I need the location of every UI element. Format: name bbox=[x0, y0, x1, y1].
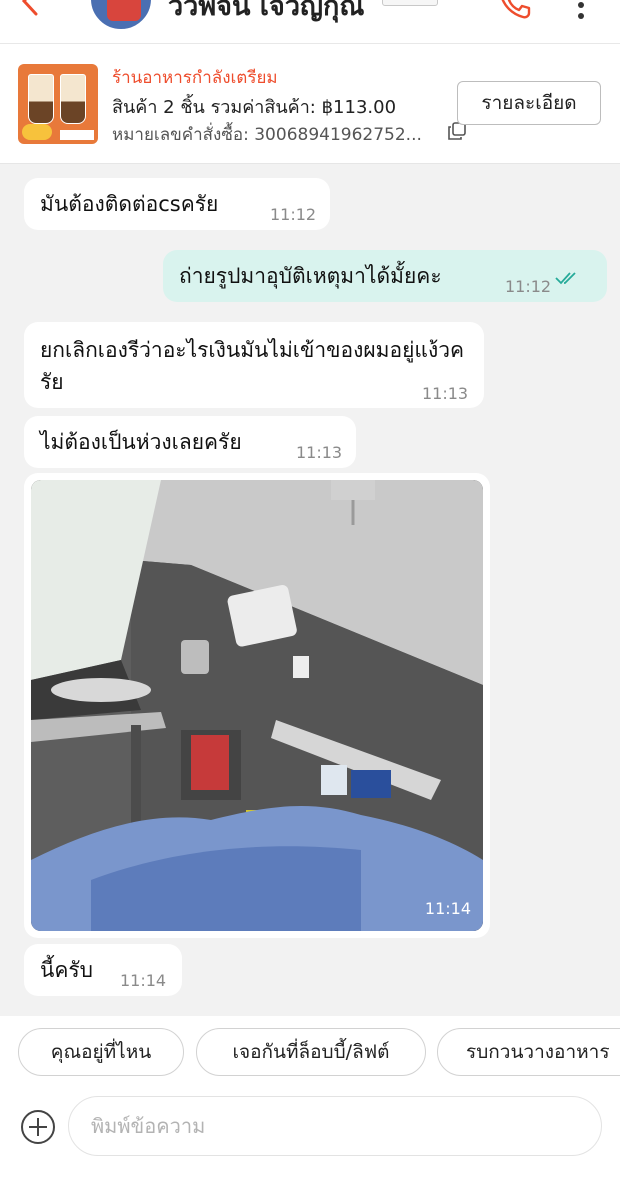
message-bubble-outgoing[interactable]: ถ่ายรูปมาอุบัติเหตุมาได้มั้ยคะ 11:12 bbox=[163, 250, 607, 302]
double-check-icon bbox=[555, 272, 576, 285]
message-text: ถ่ายรูปมาอุบัติเหตุมาได้มั้ยคะ bbox=[179, 264, 442, 288]
message-time: 11:13 bbox=[296, 443, 343, 462]
promo-tag bbox=[60, 130, 94, 140]
quick-reply-chip[interactable]: คุณอยู่ที่ไหน bbox=[18, 1028, 184, 1076]
message-text: ไม่ต้องเป็นห่วงเลยครัย bbox=[40, 430, 242, 454]
more-vertical-icon[interactable] bbox=[572, 0, 590, 20]
product-thumbnail[interactable] bbox=[18, 64, 98, 144]
order-details-button[interactable]: รายละเอียด bbox=[457, 81, 601, 125]
hospital-room-photo[interactable]: 11:14 bbox=[31, 480, 483, 931]
message-time: 11:14 bbox=[120, 971, 167, 990]
message-time: 11:12 bbox=[505, 277, 552, 296]
message-bubble-incoming[interactable]: ยกเลิกเองรีว่าอะไรเงินมันไม่เข้าของผมอยู… bbox=[24, 322, 484, 408]
order-card[interactable]: ร้านอาหารกำลังเตรียม สินค้า 2 ชิ้น รวมค่… bbox=[0, 44, 620, 164]
message-text: ยกเลิกเองรีว่าอะไรเงินมันไม่เข้าของผมอยู… bbox=[40, 338, 465, 394]
chat-header: ววพจน เจวญกุณ bbox=[0, 0, 620, 44]
plus-circle-icon[interactable] bbox=[20, 1109, 56, 1145]
avatar[interactable] bbox=[88, 0, 154, 32]
milk-tea-cup-image bbox=[60, 74, 86, 124]
message-time: 11:12 bbox=[270, 205, 317, 224]
order-number: หมายเลขคำสั่งซื้อ: 30068941962752... bbox=[112, 125, 422, 145]
quick-reply-chip[interactable]: เจอกันที่ล็อบบี้/ลิฟต์ bbox=[196, 1028, 426, 1076]
phone-icon[interactable] bbox=[498, 0, 532, 20]
contact-name: ววพจน เจวญกุณ bbox=[168, 0, 365, 22]
message-bubble-incoming[interactable]: มันต้องติดต่อcsครัย 11:12 bbox=[24, 178, 330, 230]
message-bubble-incoming[interactable]: นี้ครับ 11:14 bbox=[24, 944, 182, 996]
promo-badge bbox=[22, 124, 52, 140]
quick-reply-bar: คุณอยู่ที่ไหน เจอกันที่ล็อบบี้/ลิฟต์ รบก… bbox=[0, 1016, 620, 1096]
message-input[interactable] bbox=[68, 1096, 602, 1156]
order-summary: สินค้า 2 ชิ้น รวมค่าสินค้า: ฿113.00 bbox=[112, 97, 397, 118]
message-text: นี้ครับ bbox=[40, 958, 94, 982]
milk-tea-cup-image bbox=[28, 74, 54, 124]
contact-badge bbox=[382, 0, 438, 6]
message-text: มันต้องติดต่อcsครัย bbox=[40, 192, 219, 216]
photo-content bbox=[31, 480, 483, 931]
back-arrow-icon[interactable] bbox=[16, 0, 46, 16]
message-input-bar bbox=[0, 1090, 620, 1200]
order-status: ร้านอาหารกำลังเตรียม bbox=[112, 68, 278, 88]
message-image-incoming[interactable]: 11:14 bbox=[24, 473, 490, 938]
message-bubble-incoming[interactable]: ไม่ต้องเป็นห่วงเลยครัย 11:13 bbox=[24, 416, 356, 468]
message-time: 11:13 bbox=[422, 384, 469, 403]
quick-reply-chip[interactable]: รบกวนวางอาหาร bbox=[437, 1028, 620, 1076]
message-time: 11:14 bbox=[424, 899, 471, 918]
